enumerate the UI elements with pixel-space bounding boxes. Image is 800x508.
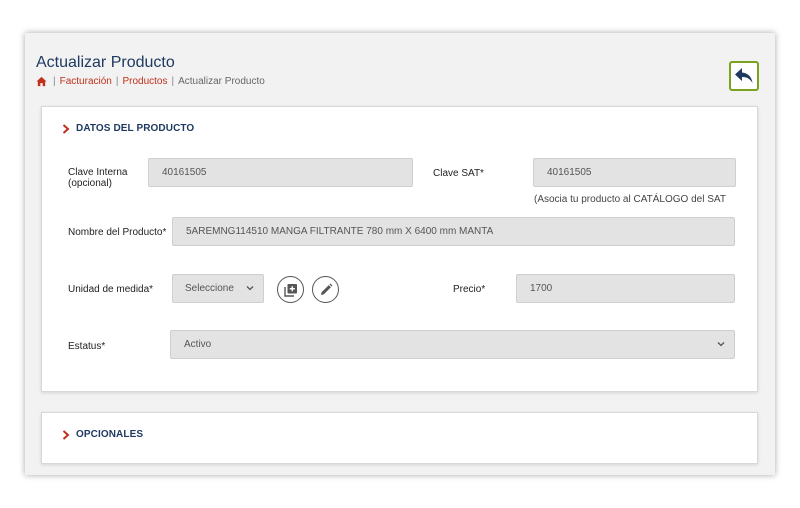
- precio-label: Precio*: [453, 284, 486, 295]
- estatus-select[interactable]: Activo: [170, 330, 735, 359]
- clave-sat-hint: (Asocia tu producto al CATÁLOGO del SAT: [534, 194, 726, 205]
- pencil-icon: [320, 283, 332, 295]
- estatus-label: Estatus*: [68, 341, 106, 352]
- edit-unit-button[interactable]: [312, 276, 339, 303]
- product-data-card: DATOS DEL PRODUCTO Clave Interna (opcion…: [41, 106, 758, 392]
- home-icon[interactable]: [36, 76, 47, 87]
- back-button[interactable]: [729, 61, 759, 91]
- main-panel: Actualizar Producto | Facturación | Prod…: [25, 33, 775, 475]
- breadcrumb-current: Actualizar Producto: [178, 76, 265, 87]
- section-header-opcionales[interactable]: OPCIONALES: [62, 429, 143, 440]
- section-header-datos[interactable]: DATOS DEL PRODUCTO: [62, 123, 194, 134]
- back-arrow-icon: [735, 68, 753, 83]
- chevron-right-icon: [62, 429, 70, 440]
- precio-input[interactable]: 1700: [516, 274, 735, 303]
- unidad-medida-select[interactable]: Seleccione: [172, 274, 264, 303]
- chevron-down-icon: [717, 342, 725, 347]
- breadcrumb-productos[interactable]: Productos: [122, 76, 167, 87]
- clave-sat-label: Clave SAT*: [433, 168, 484, 179]
- chevron-down-icon: [246, 286, 254, 291]
- nombre-producto-input[interactable]: 5AREMNG114510 MANGA FILTRANTE 780 mm X 6…: [172, 217, 735, 246]
- section-title-opcionales: OPCIONALES: [76, 429, 144, 440]
- breadcrumb-separator: |: [171, 76, 175, 87]
- page-title: Actualizar Producto: [36, 54, 175, 71]
- chevron-right-icon: [62, 123, 70, 134]
- add-unit-button[interactable]: [277, 276, 304, 303]
- breadcrumb: | Facturación | Productos | Actualizar P…: [36, 76, 265, 87]
- breadcrumb-separator: |: [115, 76, 119, 87]
- section-title-datos: DATOS DEL PRODUCTO: [76, 123, 195, 134]
- breadcrumb-separator: |: [53, 76, 56, 87]
- clave-interna-label-line2: (opcional): [68, 178, 112, 189]
- add-box-icon: [283, 283, 297, 297]
- clave-interna-label-line1: Clave Interna: [68, 167, 128, 178]
- estatus-selected: Activo: [184, 339, 212, 350]
- clave-interna-input[interactable]: 40161505: [148, 158, 413, 187]
- nombre-producto-label: Nombre del Producto*: [68, 227, 167, 238]
- clave-sat-input[interactable]: 40161505: [533, 158, 736, 187]
- unidad-medida-label: Unidad de medida*: [68, 284, 154, 295]
- breadcrumb-facturacion[interactable]: Facturación: [60, 76, 112, 87]
- clave-interna-label: Clave Interna (opcional): [68, 167, 127, 189]
- unidad-medida-selected: Seleccione: [185, 283, 234, 294]
- optional-card: OPCIONALES: [41, 412, 758, 464]
